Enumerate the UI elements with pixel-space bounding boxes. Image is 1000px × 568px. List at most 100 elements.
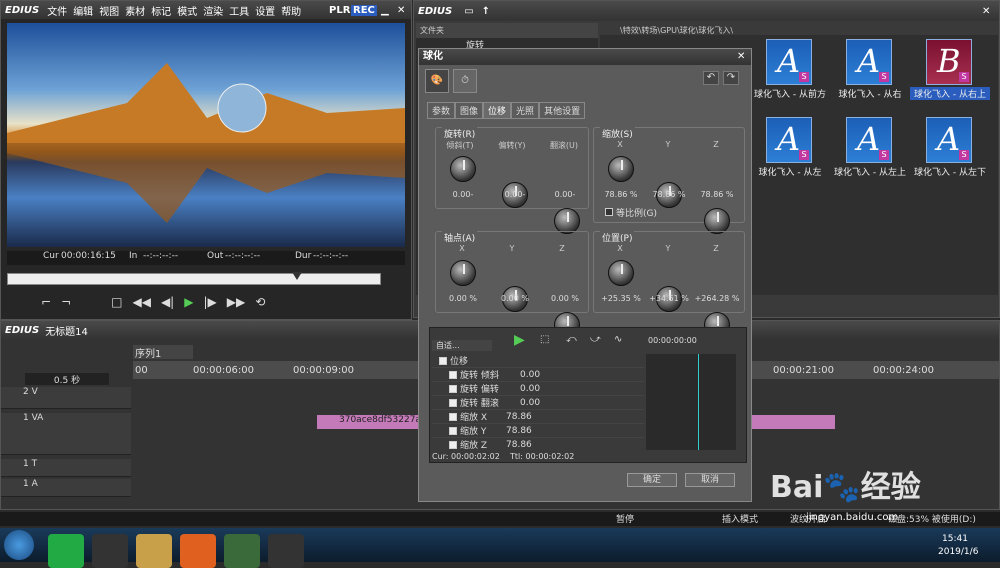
player-window: EDIUS 文件 编辑 视图 素材 标记 模式 渲染 工具 设置 帮助 PLR REC ▁ ✕ C… <box>0 0 412 320</box>
menu-settings[interactable]: 帮助 <box>281 7 301 18</box>
kf-row-1[interactable]: 旋转 倾斜 0.00 <box>432 368 644 382</box>
plr-button[interactable]: PLR <box>329 5 350 16</box>
position-x-knob[interactable] <box>608 260 634 286</box>
pivot-y-value[interactable]: 0.00 % <box>490 294 540 303</box>
menu-capture[interactable]: 渲染 <box>203 7 223 18</box>
video-clip-right[interactable] <box>749 415 835 429</box>
menu-tools[interactable]: 设置 <box>255 7 275 18</box>
rotate-tilt-knob[interactable] <box>450 156 476 182</box>
step-forward-icon[interactable]: |▶ <box>203 295 216 313</box>
thumb-4[interactable]: AS <box>846 117 892 163</box>
folder-icon[interactable]: ▭ <box>464 6 473 17</box>
play-icon[interactable]: ▶ <box>184 295 193 313</box>
menu-edit[interactable]: 编辑 <box>73 7 93 18</box>
tab-image[interactable]: 图像 <box>455 102 484 119</box>
kf-graph-area <box>646 354 736 450</box>
menu-file[interactable]: 文件 <box>47 7 67 18</box>
project-name: 无标题14 <box>45 326 88 338</box>
scale-x-value[interactable]: 78.86 % <box>596 190 646 199</box>
clock-date[interactable]: 2019/1/6 <box>938 547 978 557</box>
app-logo: EDIUS <box>5 4 40 16</box>
loop-icon[interactable]: ⟲ <box>255 295 265 313</box>
thumb-5[interactable]: AS <box>926 117 972 163</box>
scrub-handle[interactable] <box>292 272 302 280</box>
seq-tab[interactable]: 序列1 <box>133 345 193 360</box>
minimize-icon[interactable]: ▁ <box>381 5 389 16</box>
scale-z-value[interactable]: 78.86 % <box>692 190 742 199</box>
rotate-roll-value[interactable]: 0.00- <box>540 190 590 199</box>
zoom-control[interactable]: 0.5 秒 <box>25 373 109 386</box>
menu-view[interactable]: 视图 <box>99 7 119 18</box>
thumb-3[interactable]: AS <box>766 117 812 163</box>
tab-lighting[interactable]: 光照 <box>511 102 540 119</box>
thumb-0[interactable]: AS <box>766 39 812 85</box>
kf-play-icon[interactable]: ▶ <box>514 332 525 348</box>
pivot-x-knob[interactable] <box>450 260 476 286</box>
kf-row-6[interactable]: 缩放 Z 78.86 <box>432 438 644 450</box>
taskbar-app-2[interactable] <box>136 534 172 568</box>
scale-x-knob[interactable] <box>608 156 634 182</box>
ok-button[interactable]: 确定 <box>627 473 677 487</box>
fast-forward-icon[interactable]: ▶▶ <box>227 295 245 313</box>
kf-row-5[interactable]: 缩放 Y 78.86 <box>432 424 644 438</box>
step-back-icon[interactable]: ◀| <box>161 295 174 313</box>
kf-add-icon[interactable]: ⬚ <box>540 334 549 345</box>
rotate-yaw-label: 偏转(Y) <box>498 141 526 150</box>
scrub-bar[interactable] <box>7 272 381 285</box>
redo-icon[interactable]: ↷ <box>723 71 739 85</box>
tab-params[interactable]: 参数 <box>427 102 456 119</box>
pivot-z-value[interactable]: 0.00 % <box>540 294 590 303</box>
kf-graph-icon[interactable]: ∿ <box>614 334 622 345</box>
position-y-value[interactable]: +34.61 % <box>644 294 694 303</box>
stop-icon[interactable]: □ <box>111 295 122 313</box>
kf-row-4[interactable]: 缩放 X 78.86 <box>432 410 644 424</box>
close-bin-icon[interactable]: ✕ <box>982 6 990 17</box>
menu-clip[interactable]: 素材 <box>125 7 145 18</box>
kf-prev-icon[interactable]: ⤺ <box>566 334 577 345</box>
undo-icon[interactable]: ↶ <box>703 71 719 85</box>
taskbar-app-1[interactable] <box>92 534 128 568</box>
kf-row-3[interactable]: 旋转 翻滚 0.00 <box>432 396 644 410</box>
menu-marker[interactable]: 标记 <box>151 7 171 18</box>
taskbar-app-4[interactable] <box>224 534 260 568</box>
pivot-x-value[interactable]: 0.00 % <box>438 294 488 303</box>
rotate-yaw-value[interactable]: 0.00- <box>490 190 540 199</box>
thumb-2[interactable]: BS <box>926 39 972 85</box>
kf-row-0[interactable]: 位移 <box>432 354 644 368</box>
cancel-button[interactable]: 取消 <box>685 473 735 487</box>
kf-next-icon[interactable]: ⤻ <box>590 334 601 345</box>
pivot-group: 轴点(A) X Y Z 0.00 % 0.00 % 0.00 % <box>435 231 590 338</box>
taskbar-app-3[interactable] <box>180 534 216 568</box>
start-button[interactable] <box>4 530 34 560</box>
pivot-z-label: Z <box>559 244 565 253</box>
lock-checkbox[interactable]: 等比例(G) <box>602 206 657 219</box>
mark-out-icon[interactable]: ¬ <box>61 295 71 313</box>
kf-row-2[interactable]: 旋转 偏转 0.00 <box>432 382 644 396</box>
kf-playhead[interactable] <box>698 354 699 450</box>
stopwatch-icon[interactable]: ⏱ <box>453 69 477 93</box>
position-x-value[interactable]: +25.35 % <box>596 294 646 303</box>
brush-icon[interactable]: 🎨 <box>425 69 449 93</box>
mark-in-icon[interactable]: ⌐ <box>41 295 51 313</box>
rotate-tilt-value[interactable]: 0.00- <box>438 190 488 199</box>
close-icon[interactable]: ✕ <box>397 5 405 16</box>
video-clip[interactable]: 370ace8df53227a2 <box>317 415 419 429</box>
position-z-value[interactable]: +264.28 % <box>692 294 742 303</box>
menu-mode[interactable]: 模式 <box>177 7 197 18</box>
rewind-icon[interactable]: ◀◀ <box>132 295 150 313</box>
auto-dropdown[interactable]: 自适... <box>432 340 492 351</box>
clock-time[interactable]: 15:41 <box>942 534 968 544</box>
dialog-close-icon[interactable]: ✕ <box>737 49 745 65</box>
tab-other[interactable]: 其他设置 <box>539 102 586 119</box>
tab-transform[interactable]: 位移 <box>483 102 512 119</box>
thumb-label-2: 球化飞入 - 从右上 <box>910 87 990 100</box>
menu-render[interactable]: 工具 <box>229 7 249 18</box>
rec-button[interactable]: REC <box>351 4 377 16</box>
thumb-1[interactable]: AS <box>846 39 892 85</box>
thumb-label-3: 球化飞入 - 从左 <box>758 168 822 178</box>
ruler-label-1: 00:00:06:00 <box>193 365 255 376</box>
taskbar-app-0[interactable] <box>48 534 84 568</box>
up-icon[interactable]: ↑ <box>482 6 490 17</box>
scale-y-value[interactable]: 78.86 % <box>644 190 694 199</box>
taskbar-app-5[interactable] <box>268 534 304 568</box>
